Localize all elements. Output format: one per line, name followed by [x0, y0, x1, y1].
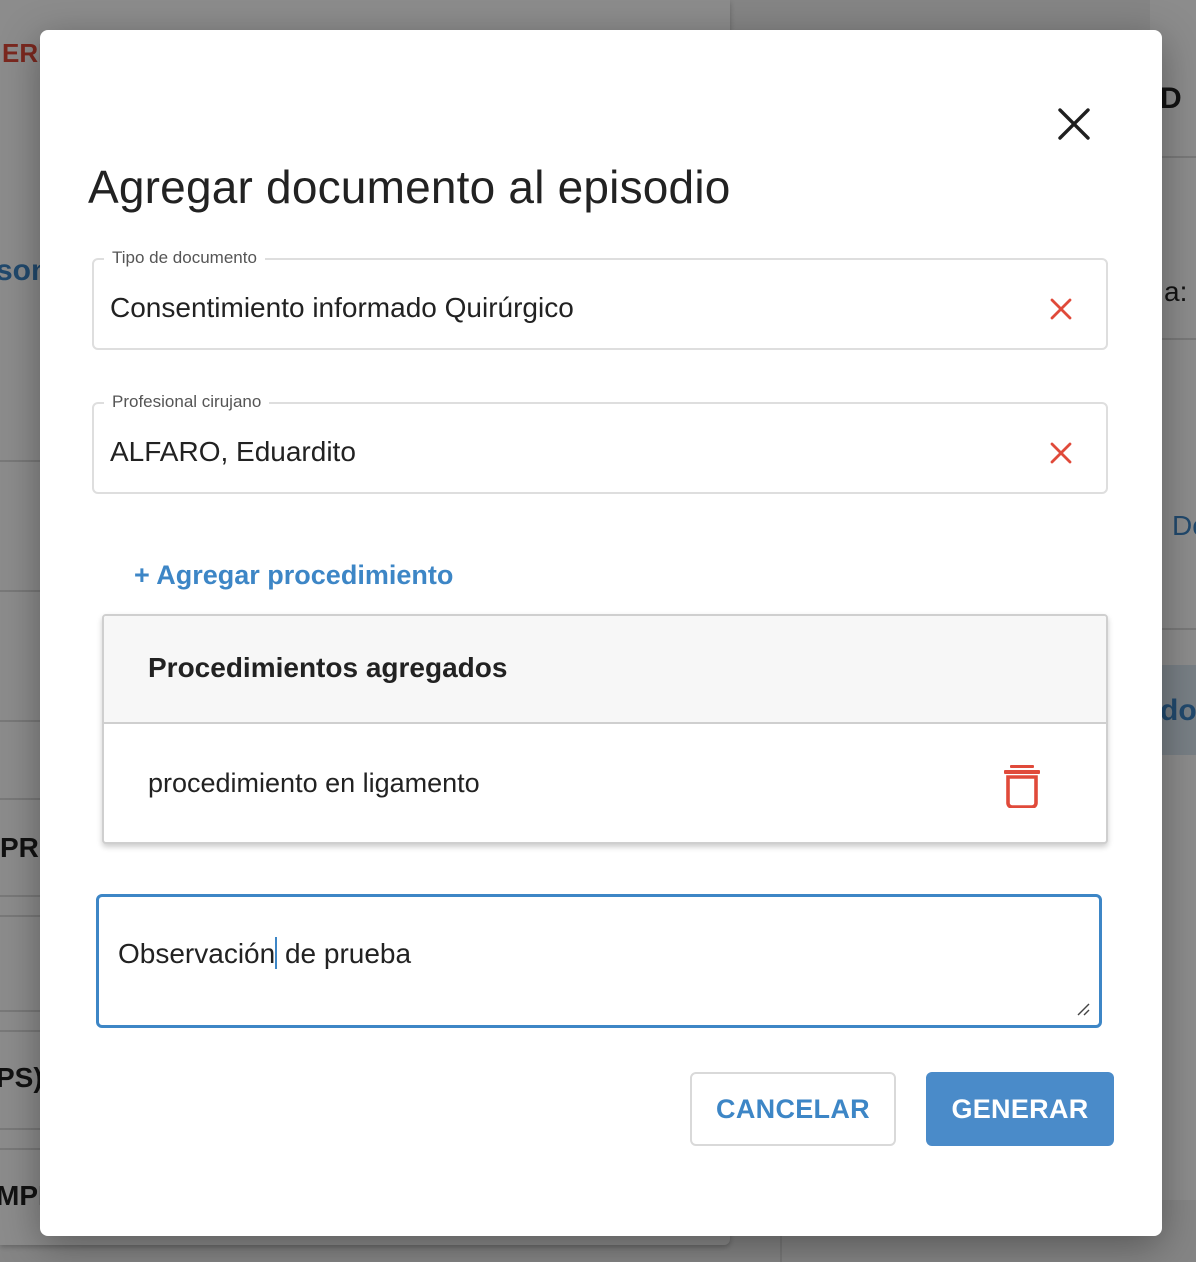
observation-text: Observación de prueba: [118, 937, 412, 969]
add-document-dialog: Agregar documento al episodio Tipo de do…: [40, 30, 1162, 1236]
add-procedure-link[interactable]: + Agregar procedimiento: [134, 560, 453, 591]
surgeon-value: ALFARO, Eduardito: [110, 436, 356, 467]
procedures-table-header: Procedimientos agregados: [104, 616, 1106, 724]
generate-button[interactable]: GENERAR: [926, 1072, 1114, 1146]
surgeon-label: Profesional cirujano: [104, 392, 270, 412]
document-type-value: Consentimiento informado Quirúrgico: [110, 292, 574, 323]
document-type-select[interactable]: Tipo de documento Consentimiento informa…: [92, 248, 1108, 350]
resize-handle-icon[interactable]: [1075, 1001, 1091, 1017]
cancel-button[interactable]: CANCELAR: [690, 1072, 896, 1146]
procedures-table: Procedimientos agregados procedimiento e…: [102, 614, 1108, 844]
dialog-title: Agregar documento al episodio: [88, 161, 731, 213]
surgeon-select[interactable]: Profesional cirujano ALFARO, Eduardito: [92, 392, 1108, 494]
procedure-name: procedimiento en ligamento: [148, 768, 480, 798]
trash-icon[interactable]: [1002, 764, 1042, 809]
clear-icon[interactable]: [1048, 296, 1074, 322]
procedures-table-title: Procedimientos agregados: [148, 652, 508, 683]
clear-icon[interactable]: [1048, 440, 1074, 466]
document-type-label: Tipo de documento: [104, 248, 265, 268]
close-icon[interactable]: [1050, 100, 1098, 148]
table-row: procedimiento en ligamento: [104, 724, 1106, 842]
observation-textarea[interactable]: Observación de prueba: [96, 894, 1102, 1028]
